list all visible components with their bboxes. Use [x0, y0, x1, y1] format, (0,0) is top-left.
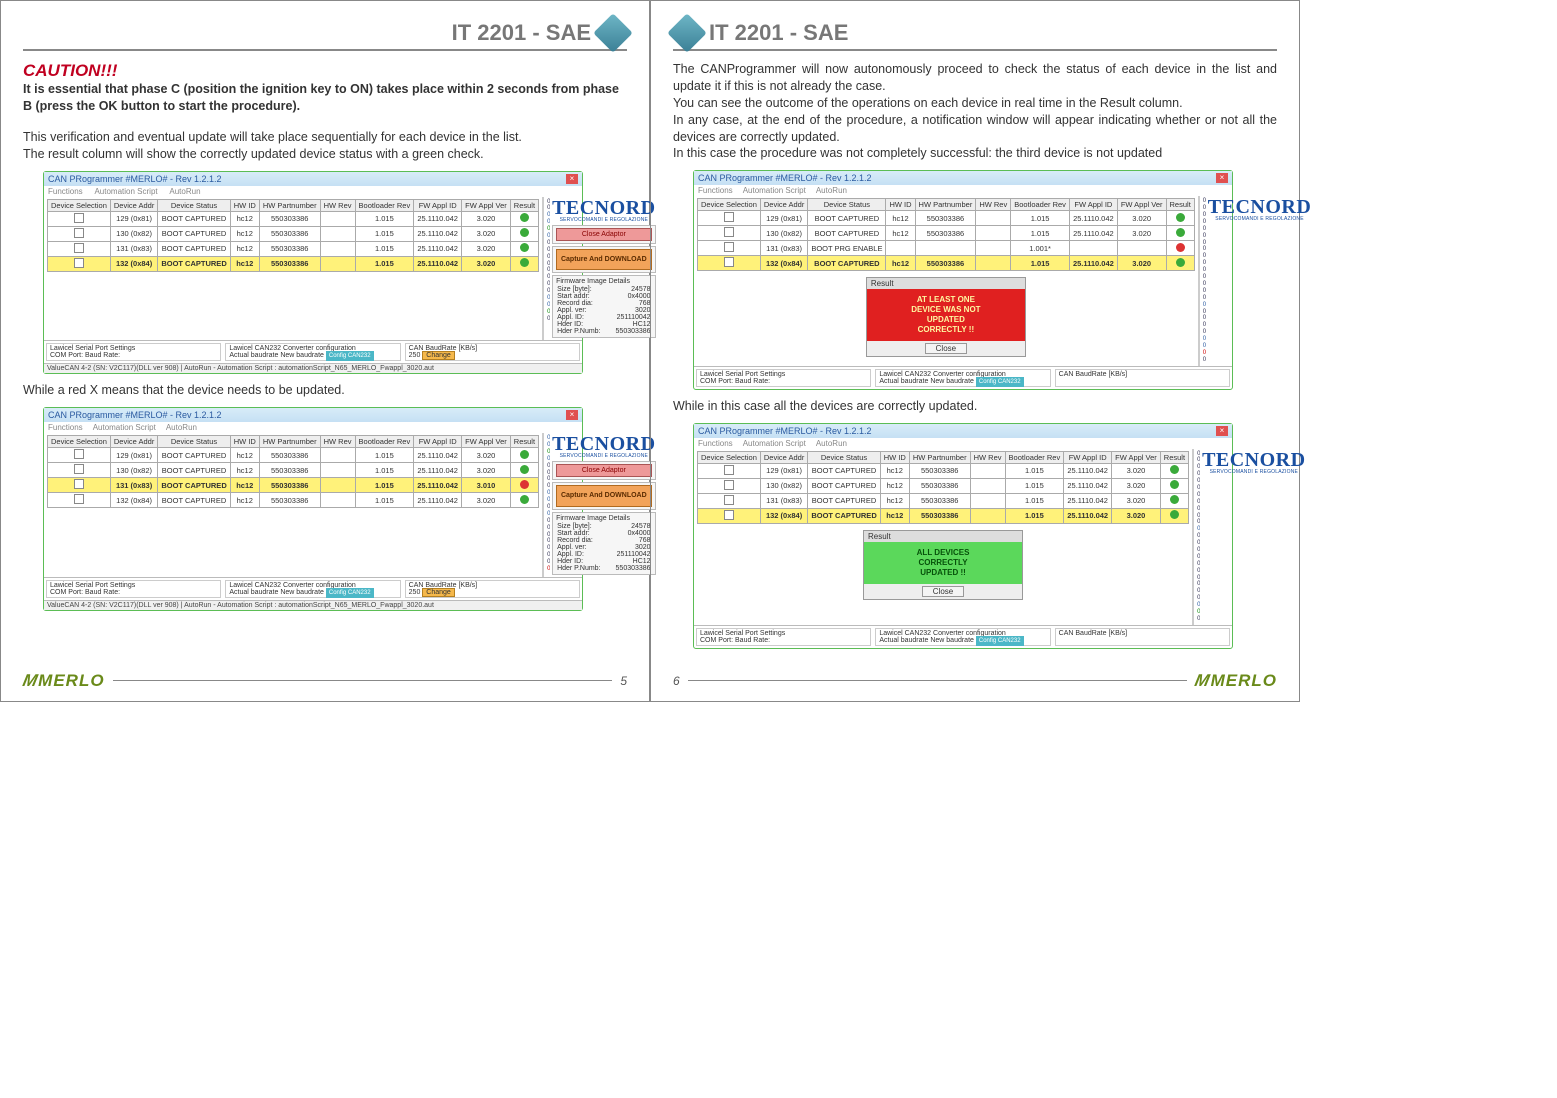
close-icon[interactable]: ×: [566, 174, 578, 184]
log-panel[interactable]: 09:11:46_528 > SendTestPresence [131]..0…: [1199, 196, 1206, 365]
log-panel[interactable]: 08:54:45_393 > Send capture..08:54:45_39…: [543, 197, 550, 341]
device-table[interactable]: Device SelectionDevice AddrDevice Status…: [697, 198, 1195, 271]
screenshot-c: CAN PRogrammer #MERLO# - Rev 1.2.1.2× Fu…: [693, 170, 1277, 389]
page-left: IT 2201 - SAE CAUTION!!! It is essential…: [0, 0, 650, 702]
footer: 6 MMERLO: [673, 671, 1277, 691]
fw-details: Firmware Image Details Size [byte]:24578…: [552, 275, 656, 338]
para3: While a red X means that the device need…: [23, 382, 627, 399]
rp1: The CANProgrammer will now autonomously …: [673, 61, 1277, 95]
close-icon[interactable]: ×: [1216, 173, 1228, 183]
device-table[interactable]: Device SelectionDevice AddrDevice Status…: [697, 451, 1189, 524]
capture-download-button[interactable]: Capture And DOWNLOAD: [556, 249, 652, 271]
header: IT 2201 - SAE: [23, 19, 627, 47]
bottom-strip: Lawicel Serial Port SettingsCOM Port: Ba…: [44, 340, 582, 363]
change-button[interactable]: Change: [422, 351, 455, 360]
device-table[interactable]: Device SelectionDevice AddrDevice Status…: [47, 435, 539, 508]
page-number: 6: [673, 674, 680, 688]
capture-download-button[interactable]: Capture And DOWNLOAD: [556, 485, 652, 507]
log-panel[interactable]: 09:14:11_824 > ADDR: 0af80 BYTE: 32 REC:…: [1193, 449, 1200, 625]
brand-sub: SERVOCOMANDI E REGOLAZIONE: [552, 217, 656, 223]
log-panel[interactable]: 09:11:01_480 > Image file loaded09:11:02…: [543, 433, 550, 577]
merlo-logo: MMERLO: [1195, 671, 1277, 691]
menubar[interactable]: Functions Automation Script AutoRun: [44, 186, 582, 197]
dialog-close-button[interactable]: Close: [925, 343, 967, 354]
close-icon[interactable]: ×: [566, 410, 578, 420]
menu-autoscript[interactable]: Automation Script: [94, 187, 157, 196]
close-icon[interactable]: ×: [1216, 426, 1228, 436]
rp4: In this case the procedure was not compl…: [673, 145, 1277, 162]
merlo-logo: MMERLO: [23, 671, 105, 691]
status-bar: ValueCAN 4-2 (SN: V2C117)(DLL ver 908) |…: [44, 363, 582, 373]
screenshot-a: CAN PRogrammer #MERLO# - Rev 1.2.1.2 × F…: [43, 171, 627, 375]
screenshot-d: CAN PRogrammer #MERLO# - Rev 1.2.1.2× Fu…: [693, 423, 1277, 649]
rp5: While in this case all the devices are c…: [673, 398, 1277, 415]
footer: MMERLO 5: [23, 671, 627, 691]
rp3: In any case, at the end of the procedure…: [673, 112, 1277, 146]
app-title: CAN PRogrammer #MERLO# - Rev 1.2.1.2: [48, 174, 222, 184]
result-dialog-ok: Result ALL DEVICESCORRECTLYUPDATED !! Cl…: [863, 530, 1023, 600]
close-adaptor-button[interactable]: Close Adaptor: [556, 228, 652, 241]
doc-title: IT 2201 - SAE: [444, 20, 599, 46]
doc-title: IT 2201 - SAE: [701, 20, 856, 46]
header-rule: [23, 49, 627, 51]
device-table[interactable]: Device SelectionDevice AddrDevice Status…: [47, 199, 539, 272]
screenshot-b: CAN PRogrammer #MERLO# - Rev 1.2.1.2× Fu…: [43, 407, 627, 611]
caution-heading: CAUTION!!!: [23, 61, 627, 81]
menu-functions[interactable]: Functions: [48, 187, 83, 196]
config-can232-button[interactable]: Config CAN232: [326, 351, 374, 361]
caution-text: It is essential that phase C (position t…: [23, 81, 627, 115]
intro-para1: This verification and eventual update wi…: [23, 129, 627, 146]
page-number: 5: [620, 674, 627, 688]
header: IT 2201 - SAE: [673, 19, 1277, 47]
menu-autorun[interactable]: AutoRun: [169, 187, 200, 196]
page-right: IT 2201 - SAE The CANProgrammer will now…: [650, 0, 1300, 702]
result-dialog-error: Result AT LEAST ONEDEVICE WAS NOT UPDATE…: [866, 277, 1026, 357]
close-adaptor-button[interactable]: Close Adaptor: [556, 464, 652, 477]
dialog-close-button[interactable]: Close: [922, 586, 964, 597]
rp2: You can see the outcome of the operation…: [673, 95, 1277, 112]
brand: TECNORD: [552, 199, 656, 217]
cube-icon: [593, 13, 633, 53]
titlebar[interactable]: CAN PRogrammer #MERLO# - Rev 1.2.1.2 ×: [44, 172, 582, 186]
intro-para2: The result column will show the correctl…: [23, 146, 627, 163]
